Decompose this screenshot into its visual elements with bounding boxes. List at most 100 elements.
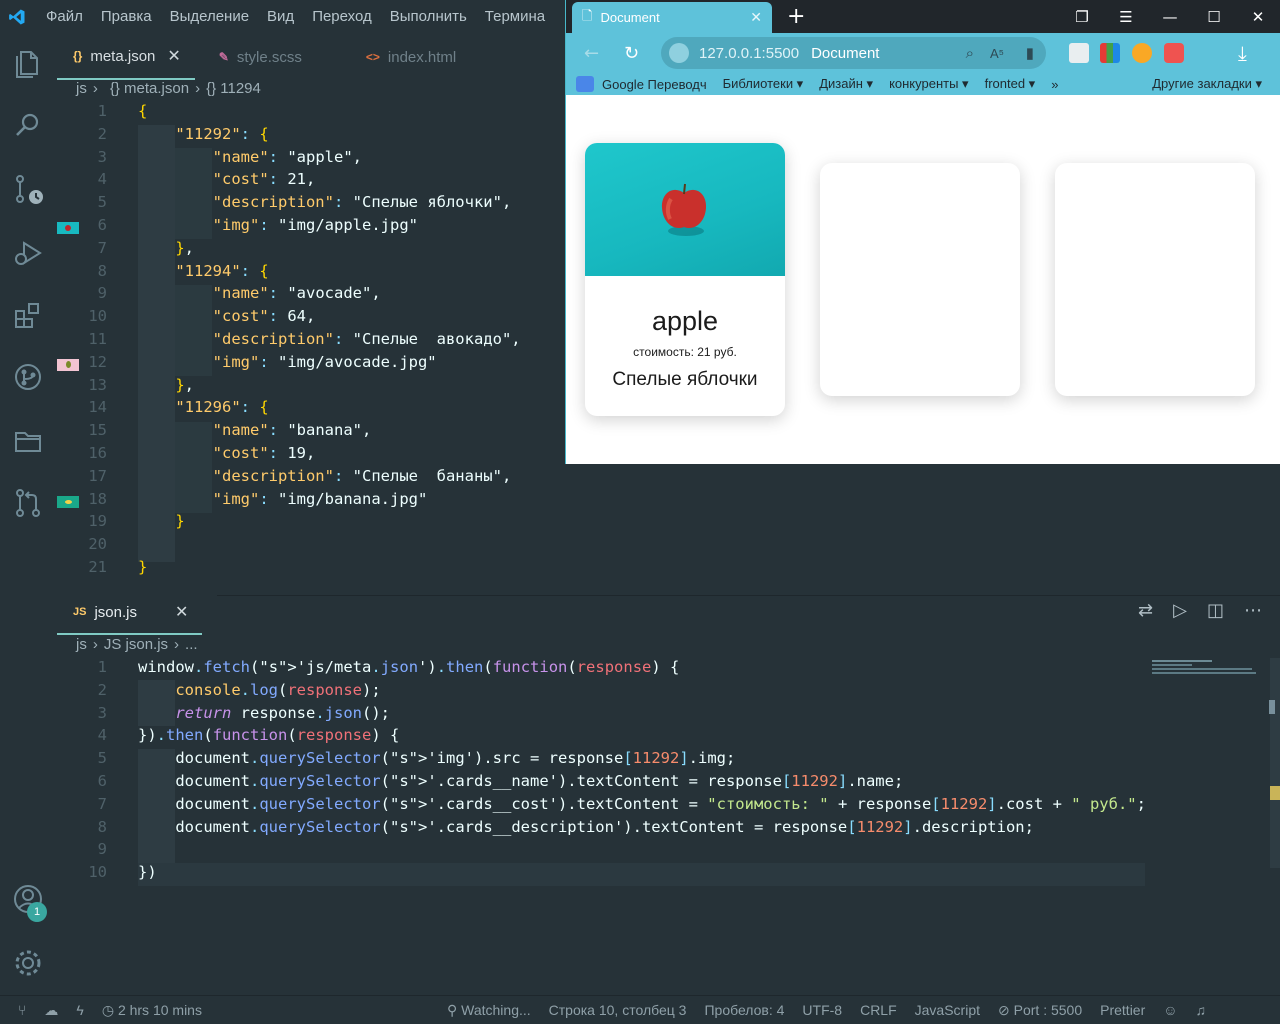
menu-icon[interactable]: ☰	[1104, 8, 1148, 26]
chevron-right-icon: ›	[174, 636, 180, 653]
download-icon[interactable]: ⤓	[1238, 41, 1247, 65]
settings-gear-icon[interactable]	[12, 947, 44, 979]
end-of-line[interactable]: CRLF	[860, 1002, 897, 1018]
explorer-icon[interactable]	[12, 47, 44, 79]
search-icon[interactable]	[12, 109, 44, 141]
close-tab-icon[interactable]: ✕	[167, 46, 180, 66]
line-number: 7	[97, 238, 107, 257]
breadcrumb-item[interactable]: JS json.js	[104, 636, 168, 653]
line-number: 4	[97, 726, 107, 745]
bookmark-folder-design[interactable]: Дизайн ▾	[819, 76, 873, 92]
line-number: 5	[97, 749, 107, 768]
code-text: "cost": 64,	[212, 307, 316, 326]
notifications-bell-icon[interactable]: ♫	[1196, 1002, 1207, 1018]
tab-label: json.js	[94, 603, 137, 621]
extensions-icon[interactable]	[12, 299, 44, 331]
more-actions-icon[interactable]: ⋯	[1244, 600, 1262, 621]
split-editor-icon[interactable]: ◫	[1207, 600, 1224, 621]
menu-selection[interactable]: Выделение	[170, 8, 249, 25]
back-icon[interactable]: ←	[584, 43, 599, 64]
chevron-right-icon: ›	[92, 80, 98, 97]
menu-run[interactable]: Выполнить	[390, 8, 467, 25]
close-tab-icon[interactable]: ✕	[750, 9, 762, 26]
cursor-position[interactable]: Строка 10, столбец 3	[549, 1002, 687, 1018]
scrollbar[interactable]	[1270, 658, 1280, 868]
line-number: 4	[97, 170, 107, 189]
line-number: 3	[97, 703, 107, 722]
scrollbar-marker	[1270, 786, 1280, 800]
menu-terminal[interactable]: Термина	[485, 8, 545, 25]
bookmark-google-translate[interactable]: Google Переводч	[602, 77, 707, 92]
page-title-text: Document	[811, 44, 880, 62]
line-number: 7	[97, 794, 107, 813]
remote-icon[interactable]: ☁	[44, 1002, 58, 1019]
indentation[interactable]: Пробелов: 4	[704, 1002, 784, 1018]
live-server-port[interactable]: ⊘ Port : 5500	[998, 1002, 1082, 1019]
prettier-status[interactable]: Prettier	[1100, 1002, 1145, 1018]
tab-label: index.html	[387, 48, 457, 66]
breadcrumb-item[interactable]: {} 11294	[206, 80, 261, 97]
line-number: 19	[88, 512, 107, 531]
project-manager-icon[interactable]	[12, 425, 44, 457]
compare-changes-icon[interactable]: ⇄	[1138, 600, 1153, 621]
tab-index-html[interactable]: <> index.html	[316, 34, 470, 80]
browser-titlebar: 🗋 Document ✕ + ❐ ☰ — ☐ ✕	[566, 0, 1280, 33]
breadcrumb-item[interactable]: js	[76, 636, 87, 653]
extension-icon[interactable]	[1100, 43, 1120, 63]
more-bookmarks-icon[interactable]: »	[1051, 77, 1058, 92]
browser-tab[interactable]: 🗋 Document ✕	[572, 2, 772, 33]
maximize-icon[interactable]: ☐	[1192, 8, 1236, 26]
close-window-icon[interactable]: ✕	[1236, 8, 1280, 26]
extension-icon[interactable]	[1132, 43, 1152, 63]
bookmark-folder-libraries[interactable]: Библиотеки ▾	[723, 76, 804, 92]
scrollbar-thumb[interactable]	[1269, 700, 1275, 714]
other-bookmarks[interactable]: Другие закладки ▾	[1152, 76, 1262, 92]
close-tab-icon[interactable]: ✕	[175, 602, 188, 622]
extension-icon[interactable]	[1069, 43, 1089, 63]
site-info-icon[interactable]	[669, 43, 689, 63]
code-text: document.querySelector("s">'.cards__desc…	[138, 817, 1034, 836]
minimize-icon[interactable]: —	[1148, 8, 1192, 26]
zoom-search-icon[interactable]: ⌕	[966, 45, 974, 62]
run-icon[interactable]: ▷	[1173, 600, 1187, 621]
new-tab-icon[interactable]: +	[787, 4, 805, 29]
watching-status[interactable]: ⚲ Watching...	[447, 1002, 531, 1019]
encoding[interactable]: UTF-8	[802, 1002, 842, 1018]
menu-go[interactable]: Переход	[312, 8, 372, 25]
breadcrumb-item[interactable]: ...	[185, 636, 198, 653]
tab-label: meta.json	[90, 47, 156, 65]
menu-view[interactable]: Вид	[267, 8, 294, 25]
collections-icon[interactable]: ❐	[1060, 8, 1104, 26]
tab-meta-json[interactable]: {} meta.json ✕	[57, 34, 195, 80]
minimap[interactable]	[1152, 658, 1260, 678]
tab-label: style.scss	[236, 48, 302, 66]
bookmark-folder-competitors[interactable]: конкуренты ▾	[889, 76, 969, 92]
git-graph-icon[interactable]	[12, 361, 44, 393]
tab-style-scss[interactable]: ✎ style.scss	[195, 34, 316, 80]
menu-file[interactable]: Файл	[46, 8, 83, 25]
code-text: }	[138, 557, 148, 576]
extension-icon[interactable]	[1164, 43, 1184, 63]
lightning-icon[interactable]: ϟ	[76, 1002, 83, 1018]
time-tracker[interactable]: ◷ 2 hrs 10 mins	[102, 1002, 202, 1019]
address-bar[interactable]: 127.0.0.1:5500 Document ⌕ A⁵ ▮	[661, 37, 1046, 69]
translate-icon[interactable]: A⁵	[990, 46, 1004, 61]
bookmark-icon[interactable]: ▮	[1026, 44, 1034, 62]
breadcrumb-item[interactable]: {} meta.json	[110, 80, 189, 97]
run-debug-icon[interactable]	[12, 237, 44, 269]
tab-json-js[interactable]: JS json.js ✕	[57, 591, 203, 635]
menu-edit[interactable]: Правка	[101, 8, 152, 25]
language-mode[interactable]: JavaScript	[915, 1002, 980, 1018]
source-control-timer-icon[interactable]	[12, 173, 44, 205]
breadcrumb-item[interactable]: js	[76, 80, 87, 97]
branch-icon[interactable]: ⑂	[18, 1002, 26, 1018]
json-file-icon: {}	[73, 49, 83, 63]
line-number: 18	[88, 489, 107, 508]
reload-icon[interactable]: ↻	[624, 43, 639, 64]
feedback-icon[interactable]: ☺	[1163, 1002, 1177, 1018]
code-text: "description": "Спелые авокадо",	[212, 329, 521, 348]
pull-requests-icon[interactable]	[12, 487, 44, 519]
line-number: 16	[88, 443, 107, 462]
bookmark-folder-fronted[interactable]: fronted ▾	[985, 76, 1036, 92]
browser-tab-title: Document	[600, 10, 660, 25]
